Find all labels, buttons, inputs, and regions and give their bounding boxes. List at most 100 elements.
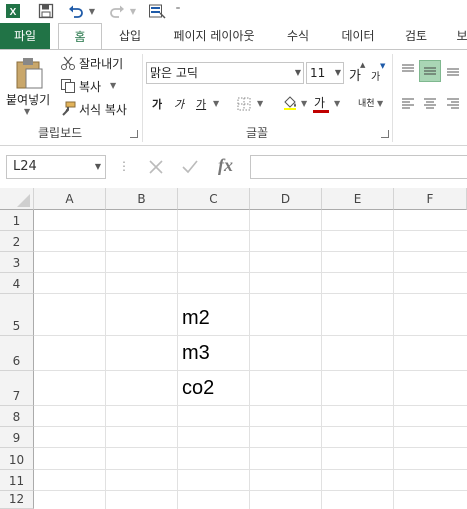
cut-button[interactable]: 잘라내기: [79, 55, 123, 72]
tab-page-layout[interactable]: 페이지 레이아웃: [162, 23, 266, 49]
spreadsheet-grid: A B C D E F 1 2 3 4 5 6 7 8 9 10 11 12 m…: [0, 188, 467, 509]
font-launcher-icon[interactable]: [381, 130, 389, 138]
paste-dropdown-icon[interactable]: ▼: [24, 107, 30, 116]
name-box-dropdown-icon[interactable]: ▼: [95, 156, 101, 178]
tab-data[interactable]: 데이터: [330, 23, 386, 49]
cell-c6[interactable]: m3: [182, 342, 210, 365]
row-header-9[interactable]: 9: [0, 427, 34, 448]
column-header-c[interactable]: C: [178, 188, 250, 210]
formula-bar: L24 ▼ ⋮ fx: [0, 146, 467, 188]
row-header-11[interactable]: 11: [0, 470, 34, 491]
cell-c7[interactable]: co2: [182, 377, 214, 400]
form-icon[interactable]: [146, 2, 168, 20]
row-header-2[interactable]: 2: [0, 231, 34, 252]
tab-view[interactable]: 보: [452, 23, 467, 49]
group-separator: [392, 54, 393, 142]
column-header-b[interactable]: B: [106, 188, 178, 210]
shrink-font-arrow-icon: ▼: [380, 62, 386, 70]
column-header-a[interactable]: A: [34, 188, 106, 210]
font-color-bar: [313, 110, 329, 113]
row-header-10[interactable]: 10: [0, 448, 34, 470]
tab-file[interactable]: 파일: [0, 23, 50, 49]
name-box-value: L24: [13, 159, 37, 174]
underline-dropdown-icon[interactable]: ▼: [213, 99, 219, 108]
bold-button[interactable]: 가: [152, 96, 162, 112]
row-header-4[interactable]: 4: [0, 273, 34, 294]
insert-function-button[interactable]: fx: [218, 155, 233, 176]
align-right-icon[interactable]: [445, 96, 461, 112]
gridline: [34, 251, 467, 252]
font-color-dropdown-icon[interactable]: ▼: [334, 99, 340, 108]
paste-icon[interactable]: [12, 56, 46, 90]
tab-review[interactable]: 검토: [396, 23, 436, 49]
cancel-icon[interactable]: [146, 157, 166, 177]
clipboard-launcher-icon[interactable]: [130, 130, 138, 138]
formula-input[interactable]: [250, 155, 467, 179]
format-painter-button[interactable]: 서식 복사: [79, 101, 127, 118]
column-header-d[interactable]: D: [250, 188, 322, 210]
borders-icon[interactable]: [236, 96, 252, 112]
tab-formulas[interactable]: 수식: [278, 23, 318, 49]
paste-button[interactable]: 붙여넣기: [6, 91, 50, 108]
font-group-label: 글꼴: [246, 126, 269, 140]
font-name-dropdown-icon[interactable]: ▼: [295, 63, 301, 83]
copy-icon[interactable]: [60, 78, 76, 94]
name-box[interactable]: L24 ▼: [6, 155, 106, 179]
font-size-dropdown-icon[interactable]: ▼: [335, 63, 341, 83]
font-size-combo[interactable]: 11 ▼: [306, 62, 344, 84]
gridline: [34, 272, 467, 273]
clipboard-group-label: 클립보드: [38, 126, 83, 140]
tab-insert[interactable]: 삽입: [110, 23, 150, 49]
phonetic-button[interactable]: 내천: [358, 96, 375, 109]
row-header-7[interactable]: 7: [0, 371, 34, 406]
redo-dropdown-icon[interactable]: ▼: [128, 2, 138, 20]
row-header-3[interactable]: 3: [0, 252, 34, 273]
gridline: [393, 210, 394, 509]
fill-color-dropdown-icon[interactable]: ▼: [301, 99, 307, 108]
gridline: [249, 210, 250, 509]
gridline: [34, 447, 467, 448]
save-icon[interactable]: [36, 2, 56, 20]
italic-button[interactable]: 가: [174, 96, 184, 112]
column-header-e[interactable]: E: [322, 188, 394, 210]
copy-button[interactable]: 복사: [79, 78, 101, 95]
undo-icon[interactable]: [66, 2, 86, 20]
underline-button[interactable]: 가: [196, 96, 206, 112]
row-header-5[interactable]: 5: [0, 294, 34, 336]
undo-dropdown-icon[interactable]: ▼: [87, 2, 97, 20]
row-header-6[interactable]: 6: [0, 336, 34, 371]
customize-icon[interactable]: ⁼: [172, 2, 184, 20]
excel-logo-icon: X: [4, 2, 22, 20]
font-color-button[interactable]: 가: [314, 94, 325, 111]
cell-c5[interactable]: m2: [182, 307, 210, 330]
gridline: [34, 405, 467, 406]
font-size-value: 11: [310, 66, 326, 80]
align-left-icon[interactable]: [400, 96, 416, 112]
align-middle-icon[interactable]: [419, 60, 441, 82]
align-top-icon[interactable]: [400, 62, 416, 78]
ribbon-tabs: 파일 홈 삽입 페이지 레이아웃 수식 데이터 검토 보: [0, 23, 467, 50]
row-header-12[interactable]: 12: [0, 491, 34, 509]
align-center-icon[interactable]: [422, 96, 438, 112]
shrink-font-button[interactable]: 가: [371, 68, 380, 83]
fill-color-icon[interactable]: [282, 94, 298, 110]
row-header-8[interactable]: 8: [0, 406, 34, 427]
quick-access-toolbar: X ▼ ▼ ⁼: [0, 0, 467, 22]
redo-icon[interactable]: [107, 2, 127, 20]
phonetic-dropdown-icon[interactable]: ▼: [377, 99, 383, 108]
cut-icon[interactable]: [60, 55, 76, 71]
align-bottom-icon[interactable]: [445, 62, 461, 78]
tab-home[interactable]: 홈: [58, 23, 102, 50]
select-all-corner[interactable]: [0, 188, 34, 210]
borders-dropdown-icon[interactable]: ▼: [257, 99, 263, 108]
gridline: [34, 426, 467, 427]
row-header-1[interactable]: 1: [0, 210, 34, 231]
grow-font-arrow-icon: ▲: [360, 61, 366, 69]
format-painter-icon[interactable]: [60, 101, 76, 117]
enter-icon[interactable]: [180, 157, 200, 177]
column-header-f[interactable]: F: [394, 188, 467, 210]
gridline: [34, 230, 467, 231]
formula-buttons: fx: [134, 155, 246, 179]
font-name-combo[interactable]: 맑은 고딕 ▼: [146, 62, 304, 84]
copy-dropdown-icon[interactable]: ▼: [110, 81, 116, 90]
